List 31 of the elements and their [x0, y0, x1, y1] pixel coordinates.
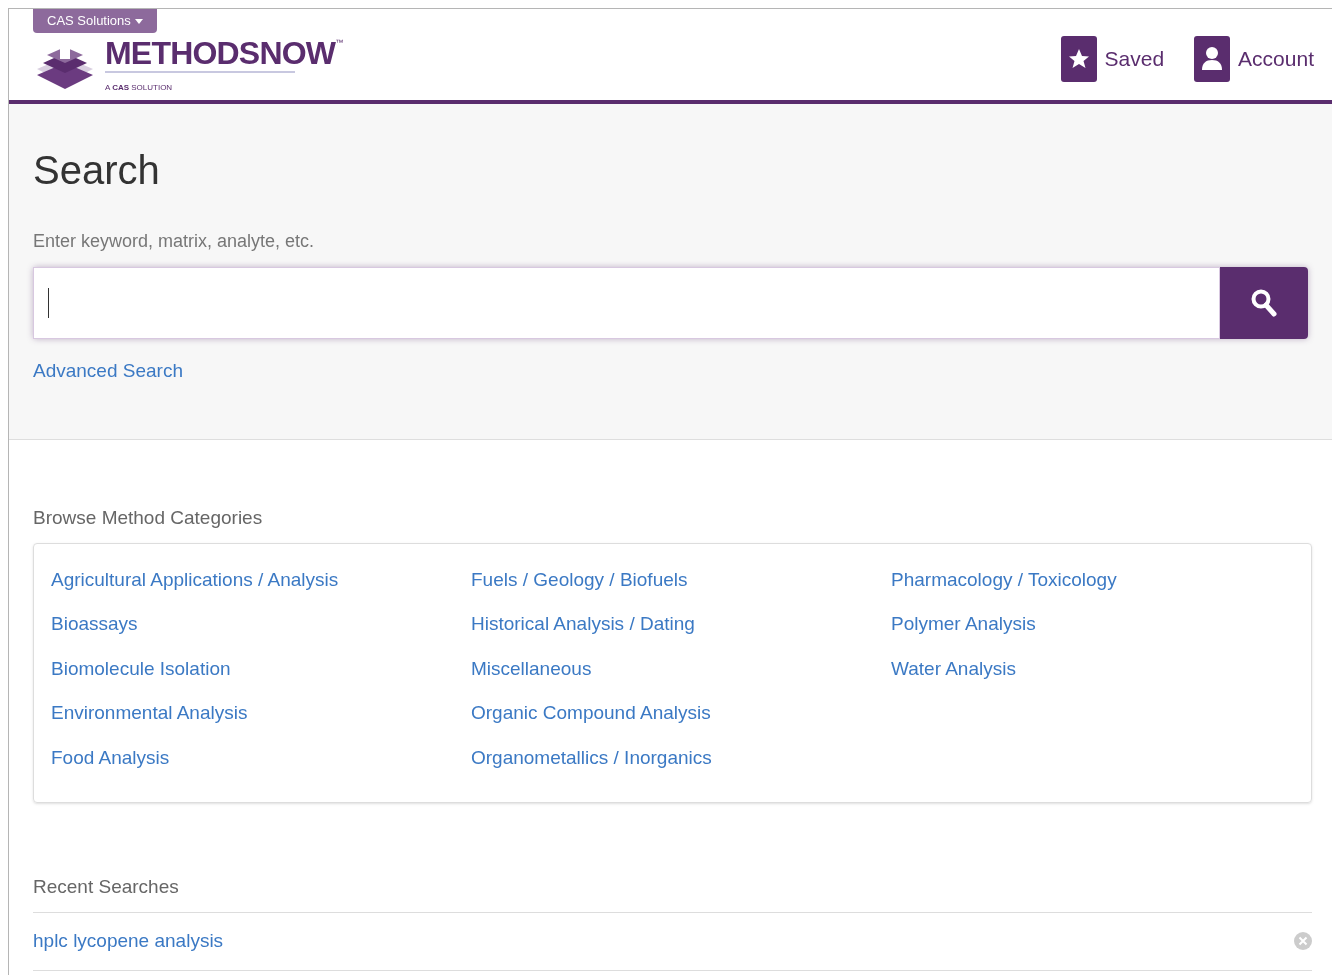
category-link[interactable]: Organic Compound Analysis [471, 699, 711, 744]
search-button[interactable] [1220, 267, 1308, 339]
category-link[interactable]: Food Analysis [51, 743, 170, 788]
section-heading: Browse Method Categories [33, 506, 264, 530]
category-link[interactable]: Historical Analysis / Dating [471, 610, 695, 655]
category-link[interactable]: Agricultural Applications / Analysis [51, 565, 339, 610]
logo-wordmark: METHODSNOW [105, 36, 336, 69]
category-link[interactable]: Biomolecule Isolation [51, 654, 231, 699]
user-icon [1194, 35, 1231, 82]
remove-icon[interactable] [1294, 932, 1312, 950]
field-label: Enter keyword, matrix, analyte, etc. [33, 230, 316, 253]
search-icon [1251, 289, 1277, 317]
category-link[interactable]: Polymer Analysis [891, 610, 1036, 655]
section-heading: Recent Searches [33, 875, 180, 899]
category-link[interactable]: Organometallics / Inorganics [471, 743, 712, 788]
category-link[interactable]: Environmental Analysis [51, 699, 248, 744]
header-link[interactable]: Saved [1104, 42, 1165, 75]
caret-icon [134, 18, 143, 24]
category-link[interactable]: Water Analysis [891, 654, 1016, 699]
page-title: Search [33, 150, 161, 190]
header-link[interactable]: Account [1238, 42, 1314, 75]
logo-tagline: A CAS SOLUTION [105, 82, 173, 92]
category-link[interactable]: Bioassays [51, 610, 138, 655]
advanced-search-link[interactable]: Advanced Search [33, 357, 183, 386]
category-link[interactable]: Fuels / Geology / Biofuels [471, 565, 688, 610]
trademark: ™ [335, 36, 344, 47]
solutions-dropdown[interactable]: CAS Solutions [33, 9, 157, 33]
recent-search-link[interactable]: hplc lycopene analysis [33, 926, 224, 956]
category-link[interactable]: Pharmacology / Toxicology [891, 565, 1117, 610]
category-link[interactable]: Miscellaneous [471, 654, 592, 699]
search-field[interactable] [33, 267, 1220, 339]
